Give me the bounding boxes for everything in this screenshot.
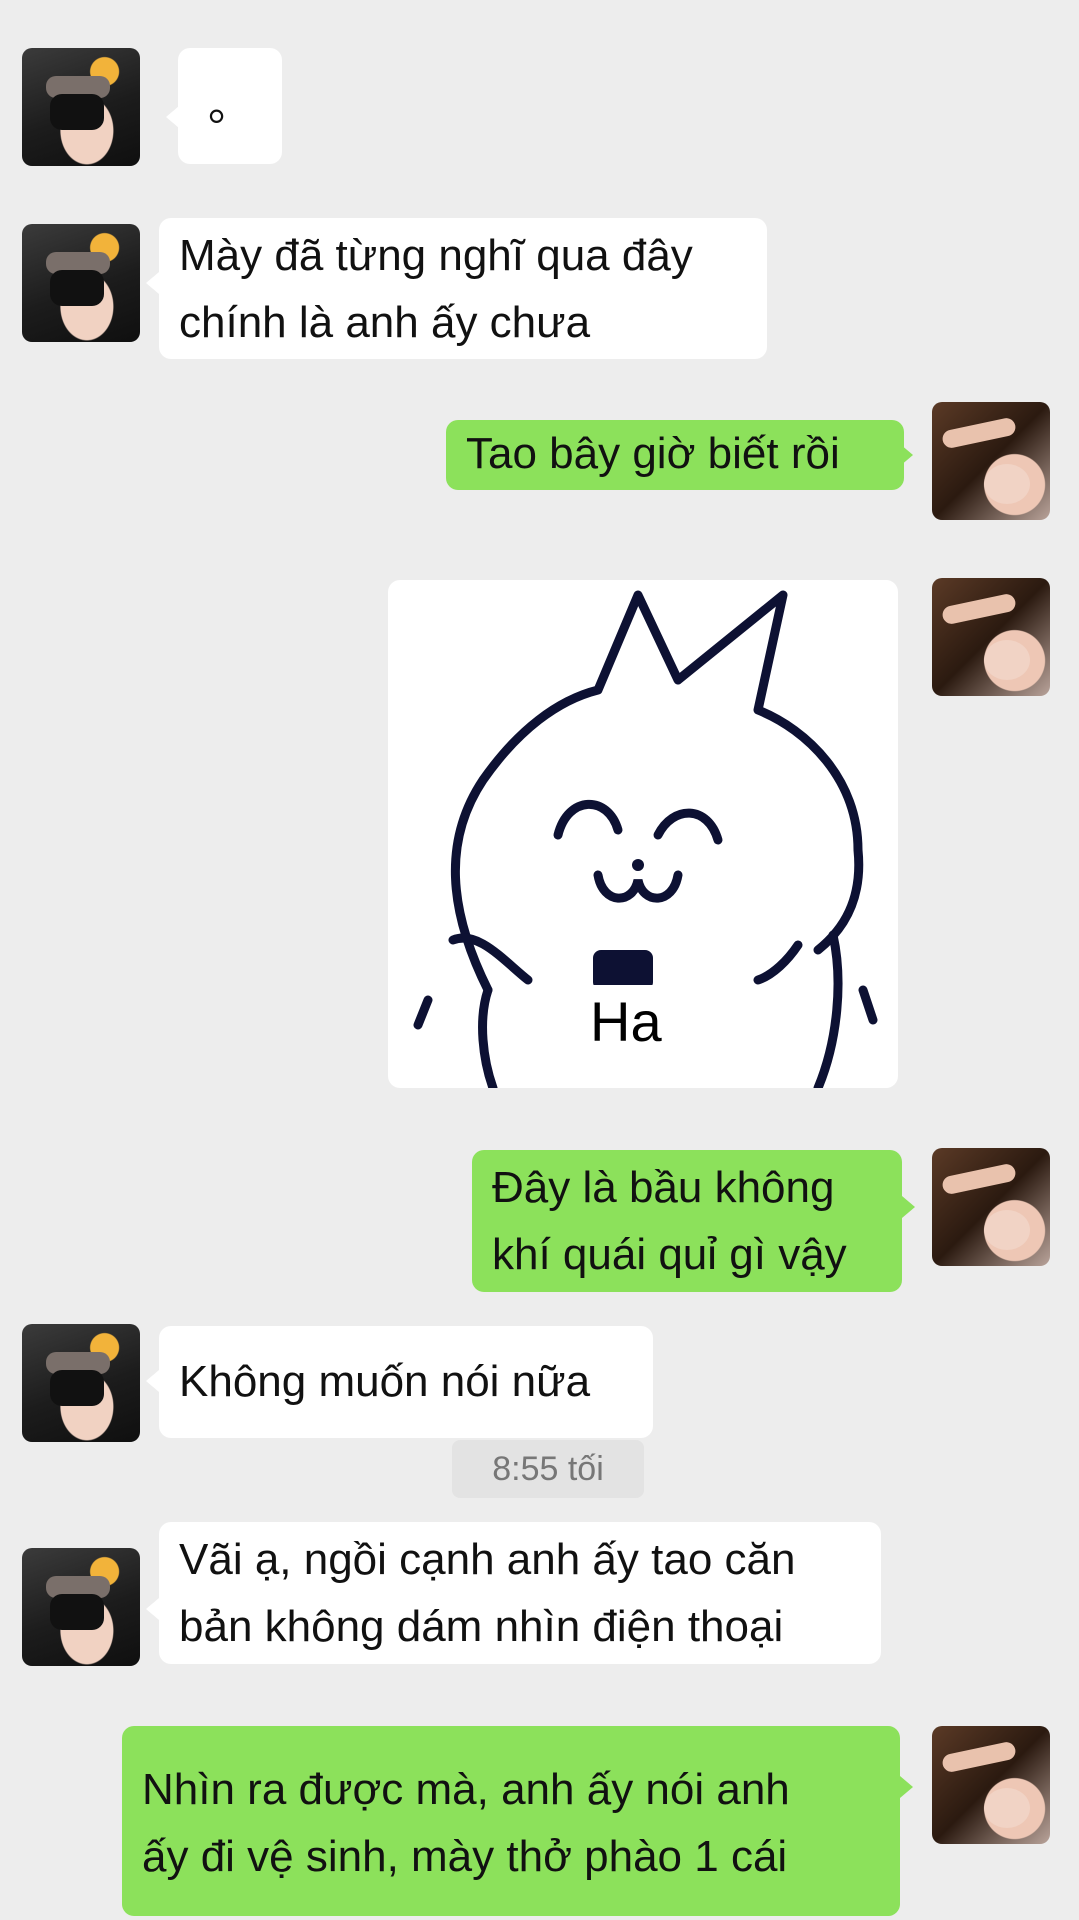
bubble-tail [146, 1370, 159, 1392]
message-bubble-received[interactable]: Không muốn nói nữa [159, 1326, 653, 1438]
message-text: ấy đi vệ sinh, mày thở phào 1 cái [142, 1832, 788, 1881]
sticker-image[interactable]: Ha [388, 580, 898, 1088]
message-text: Nhìn ra được mà, anh ấy nói anh [142, 1765, 790, 1814]
friend-avatar[interactable] [22, 48, 140, 166]
self-avatar[interactable] [932, 578, 1050, 696]
bubble-tail [146, 1598, 159, 1620]
message-bubble-received[interactable]: Mày đã từng nghĩ qua đây chính là anh ấy… [159, 218, 767, 359]
message-bubble-sent[interactable]: Nhìn ra được mà, anh ấy nói anh ấy đi vệ… [122, 1726, 900, 1916]
bubble-tail [902, 1196, 915, 1218]
friend-avatar[interactable] [22, 1324, 140, 1442]
message-text: 。 [208, 81, 252, 130]
bubble-tail [900, 1776, 913, 1798]
message-text: chính là anh ấy chưa [179, 298, 591, 347]
friend-avatar[interactable] [22, 1548, 140, 1666]
message-text: Mày đã từng nghĩ qua đây [179, 231, 693, 280]
message-text: Không muốn nói nữa [179, 1357, 591, 1406]
self-avatar[interactable] [932, 402, 1050, 520]
bubble-tail [146, 272, 159, 294]
message-bubble-received[interactable]: Vãi ạ, ngồi cạnh anh ấy tao căn bản khôn… [159, 1522, 881, 1664]
message-bubble-sent[interactable]: Đây là bầu không khí quái quỉ gì vậy [472, 1150, 902, 1292]
message-text: khí quái quỉ gì vậy [492, 1230, 847, 1279]
message-text: Đây là bầu không [492, 1163, 835, 1212]
timestamp-divider: 8:55 tối [452, 1440, 644, 1498]
message-bubble-received[interactable]: 。 [178, 48, 282, 164]
message-text: Vãi ạ, ngồi cạnh anh ấy tao căn [179, 1535, 796, 1584]
message-text: bản không dám nhìn điện thoại [179, 1602, 784, 1651]
self-avatar[interactable] [932, 1148, 1050, 1266]
message-text: Tao bây giờ biết rồi [466, 429, 840, 478]
message-bubble-sent[interactable]: Tao bây giờ biết rồi [446, 420, 904, 490]
self-avatar[interactable] [932, 1726, 1050, 1844]
sticker-caption: Ha [578, 985, 674, 1059]
friend-avatar[interactable] [22, 224, 140, 342]
